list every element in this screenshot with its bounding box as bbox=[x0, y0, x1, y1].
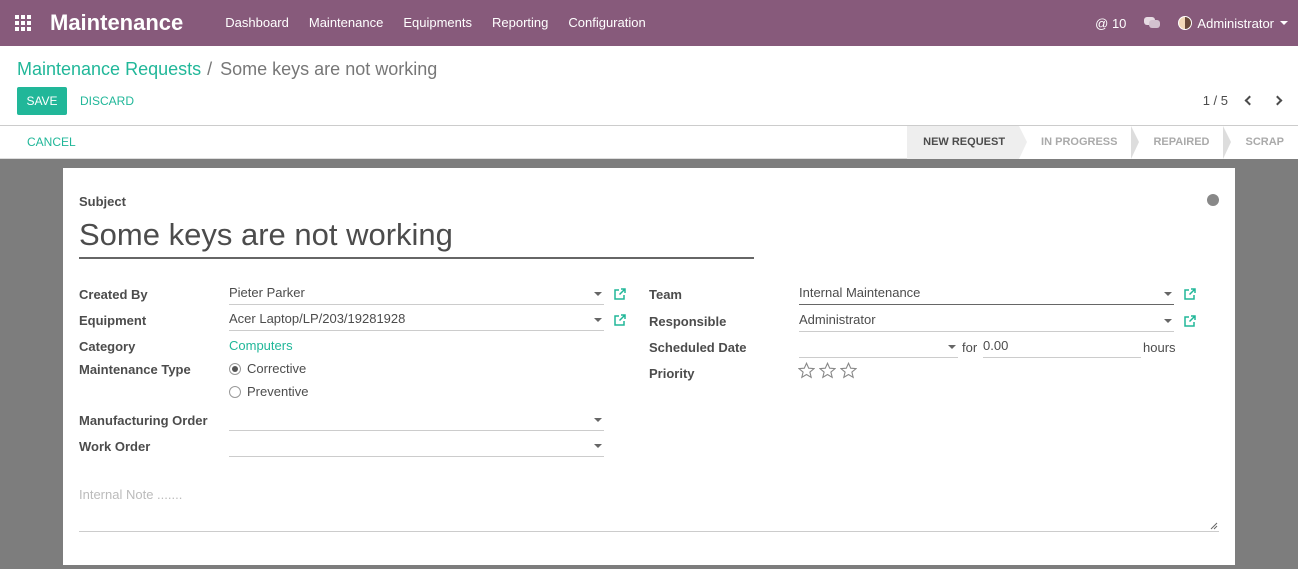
save-button[interactable]: SAVE bbox=[17, 87, 67, 115]
caret-down-icon bbox=[948, 345, 956, 349]
created-by-value: Pieter Parker bbox=[229, 285, 305, 300]
caret-down-icon bbox=[1280, 21, 1288, 25]
scheduled-date-field[interactable] bbox=[799, 336, 958, 358]
main-menu: Dashboard Maintenance Equipments Reporti… bbox=[215, 0, 655, 46]
caret-down-icon bbox=[1164, 319, 1172, 323]
pager-value: 1 / 5 bbox=[1202, 93, 1228, 108]
cancel-button[interactable]: CANCEL bbox=[27, 126, 76, 159]
chat-icon bbox=[1144, 17, 1161, 29]
stage-scrap[interactable]: SCRAP bbox=[1223, 126, 1298, 159]
caret-down-icon bbox=[1164, 292, 1172, 296]
mentions-button[interactable]: @ 10 bbox=[1095, 16, 1126, 31]
top-navbar: Maintenance Dashboard Maintenance Equipm… bbox=[0, 0, 1298, 46]
radio-preventive[interactable]: Preventive bbox=[229, 384, 308, 399]
responsible-value: Administrator bbox=[799, 312, 876, 327]
navbar-right: @ 10 Administrator bbox=[1077, 0, 1288, 46]
chat-button[interactable] bbox=[1144, 17, 1161, 29]
manufacturing-order-field[interactable] bbox=[229, 409, 604, 431]
subject-input[interactable]: Some keys are not working bbox=[79, 214, 754, 259]
team-label: Team bbox=[649, 287, 682, 302]
caret-down-icon bbox=[594, 444, 602, 448]
maintenance-type-label: Maintenance Type bbox=[79, 362, 191, 377]
equipment-value: Acer Laptop/LP/203/19281928 bbox=[229, 311, 406, 326]
radio-label: Preventive bbox=[247, 384, 309, 399]
kanban-state-indicator[interactable] bbox=[1207, 194, 1219, 206]
menu-item-dashboard[interactable]: Dashboard bbox=[215, 0, 299, 46]
for-label: for bbox=[962, 340, 978, 355]
menu-item-equipments[interactable]: Equipments bbox=[393, 0, 482, 46]
responsible-label: Responsible bbox=[649, 314, 727, 329]
external-link-icon[interactable] bbox=[1184, 315, 1196, 327]
status-bar: CANCEL NEW REQUEST IN PROGRESS REPAIRED … bbox=[0, 126, 1298, 159]
created-by-label: Created By bbox=[79, 287, 148, 302]
apps-grid-icon[interactable] bbox=[0, 0, 46, 46]
stage-in-progress[interactable]: IN PROGRESS bbox=[1019, 126, 1140, 159]
priority-label: Priority bbox=[649, 366, 695, 381]
work-order-field[interactable] bbox=[229, 435, 604, 457]
star-icon[interactable] bbox=[819, 362, 836, 379]
equipment-label: Equipment bbox=[79, 313, 147, 328]
user-menu[interactable]: Administrator bbox=[1178, 16, 1288, 31]
star-icon[interactable] bbox=[798, 362, 815, 379]
stage-repaired[interactable]: REPAIRED bbox=[1131, 126, 1232, 159]
form-sheet: Subject Some keys are not working Create… bbox=[63, 168, 1235, 565]
team-value: Internal Maintenance bbox=[799, 285, 921, 300]
internal-note-placeholder: Internal Note ....... bbox=[79, 487, 183, 502]
control-panel: Maintenance Requests / Some keys are not… bbox=[0, 46, 1298, 126]
created-by-field[interactable]: Pieter Parker bbox=[229, 283, 604, 305]
breadcrumb: Maintenance Requests / Some keys are not… bbox=[17, 59, 437, 80]
breadcrumb-current: Some keys are not working bbox=[220, 59, 438, 79]
pager-previous-button[interactable] bbox=[1242, 93, 1256, 107]
radio-button[interactable] bbox=[229, 385, 241, 398]
responsible-field[interactable]: Administrator bbox=[799, 310, 1174, 332]
team-field[interactable]: Internal Maintenance bbox=[799, 283, 1174, 305]
equipment-field[interactable]: Acer Laptop/LP/203/19281928 bbox=[229, 309, 604, 331]
radio-corrective[interactable]: Corrective bbox=[229, 361, 306, 376]
chevron-right-icon bbox=[1272, 95, 1282, 105]
resize-handle-icon[interactable] bbox=[1210, 522, 1218, 530]
caret-down-icon bbox=[594, 418, 602, 422]
manufacturing-order-label: Manufacturing Order bbox=[79, 413, 208, 428]
hours-label: hours bbox=[1143, 340, 1176, 355]
stage-new-request[interactable]: NEW REQUEST bbox=[907, 126, 1027, 159]
priority-stars bbox=[798, 362, 861, 379]
subject-label: Subject bbox=[79, 194, 126, 209]
avatar bbox=[1178, 16, 1193, 30]
caret-down-icon bbox=[594, 318, 602, 322]
discard-button[interactable]: DISCARD bbox=[80, 87, 134, 115]
external-link-icon[interactable] bbox=[614, 288, 626, 300]
stage-pipeline: NEW REQUEST IN PROGRESS REPAIRED SCRAP bbox=[907, 126, 1298, 159]
work-order-label: Work Order bbox=[79, 439, 151, 454]
menu-item-reporting[interactable]: Reporting bbox=[482, 0, 558, 46]
star-icon[interactable] bbox=[840, 362, 857, 379]
chevron-left-icon bbox=[1244, 95, 1254, 105]
caret-down-icon bbox=[594, 292, 602, 296]
internal-note-textarea[interactable]: Internal Note ....... bbox=[79, 486, 1219, 532]
external-link-icon[interactable] bbox=[1184, 288, 1196, 300]
category-label: Category bbox=[79, 339, 136, 354]
breadcrumb-parent-link[interactable]: Maintenance Requests bbox=[17, 59, 201, 80]
radio-button[interactable] bbox=[229, 362, 241, 375]
duration-input[interactable]: 0.00 bbox=[983, 336, 1141, 358]
menu-item-maintenance[interactable]: Maintenance bbox=[299, 0, 393, 46]
category-link[interactable]: Computers bbox=[229, 338, 293, 353]
menu-item-configuration[interactable]: Configuration bbox=[558, 0, 655, 46]
app-title: Maintenance bbox=[50, 10, 184, 35]
scheduled-date-label: Scheduled Date bbox=[649, 340, 747, 355]
user-name: Administrator bbox=[1197, 15, 1274, 31]
pager-next-button[interactable] bbox=[1270, 93, 1284, 107]
mentions-count: @ 10 bbox=[1095, 15, 1127, 31]
duration-value: 0.00 bbox=[983, 338, 1009, 353]
breadcrumb-separator: / bbox=[207, 59, 213, 79]
radio-label: Corrective bbox=[247, 361, 307, 376]
external-link-icon[interactable] bbox=[614, 314, 626, 326]
